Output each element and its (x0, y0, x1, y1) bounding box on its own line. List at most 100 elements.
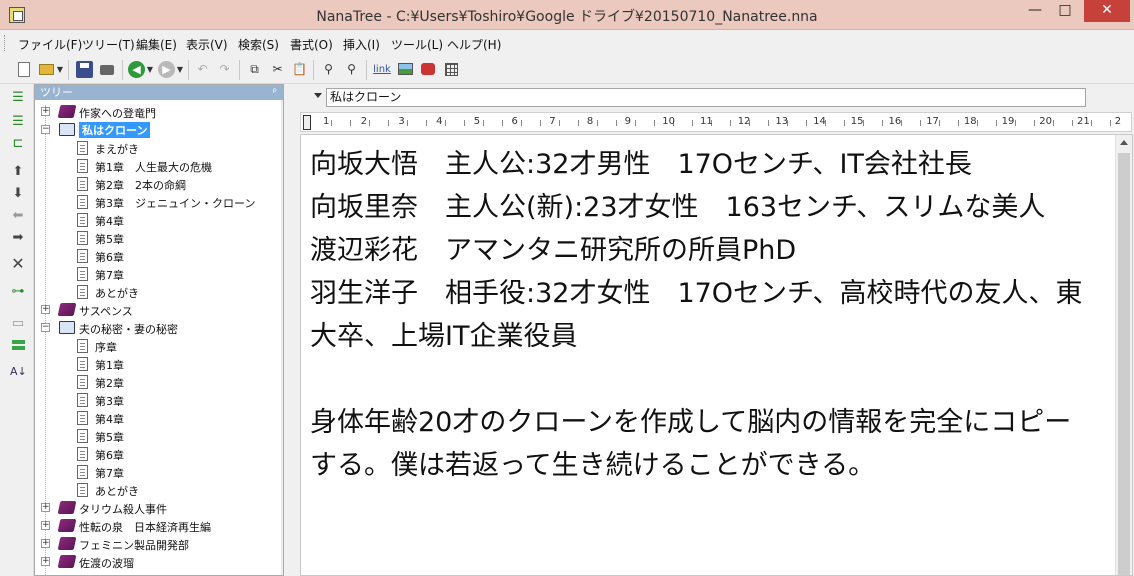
tree-node-page[interactable]: 第4章 (35, 409, 283, 427)
collapse-icon[interactable]: − (41, 125, 50, 134)
ruler-number: 5 (473, 116, 481, 127)
menu-insert[interactable]: 挿入(I) (343, 36, 380, 53)
tree-node-page[interactable]: まえがき (35, 139, 283, 157)
pin-icon[interactable]: ᵖ (273, 85, 277, 100)
insert-link-button[interactable]: link (372, 61, 392, 78)
tree-node-page[interactable]: 第5章 (35, 229, 283, 247)
tree-node-book[interactable]: + 作家への登竜門 (35, 103, 283, 121)
tree-node-book[interactable]: − 夫の秘密・妻の秘密 (35, 319, 283, 337)
scroll-thumb[interactable] (1118, 153, 1130, 575)
tree-node-page[interactable]: 第7章 (35, 265, 283, 283)
back-dropdown-arrow[interactable]: ▼ (146, 61, 154, 78)
scroll-up-icon[interactable] (1120, 140, 1128, 145)
maximize-button[interactable]: □ (1052, 0, 1078, 22)
tree-node-page[interactable]: 第1章 (35, 355, 283, 373)
delete-node-button[interactable]: ✕ (10, 256, 26, 272)
tree-structure-button[interactable]: ⊶ (10, 284, 26, 300)
tree-node-book[interactable]: + タリウム殺人事件 (35, 499, 283, 517)
insert-object-button[interactable] (420, 61, 437, 78)
close-button[interactable]: ✕ (1084, 0, 1130, 22)
open-folder-button[interactable] (38, 61, 55, 78)
undo-button[interactable]: ↶ (194, 61, 211, 78)
insert-image-button[interactable] (397, 61, 414, 78)
tree-node-page[interactable]: 第5章 (35, 427, 283, 445)
redo-button[interactable]: ↷ (216, 61, 233, 78)
copy-button[interactable]: ⧉ (246, 61, 263, 78)
tree-node-page[interactable]: あとがき (35, 283, 283, 301)
page-icon (77, 357, 88, 371)
menu-tools[interactable]: ツール(L) (391, 36, 443, 53)
menu-search[interactable]: 検索(S) (238, 36, 279, 53)
binoculars-replace-icon: ⚲ (347, 62, 356, 76)
add-subtree-button[interactable]: ⊏ (10, 136, 26, 152)
tree-node-page[interactable]: あとがき (35, 481, 283, 499)
tree-node-page[interactable]: 第4章 (35, 211, 283, 229)
text-editor[interactable]: 向坂大悟 主人公:32才男性 17Oセンチ、IT会社社長 向坂里奈 主人公(新)… (300, 134, 1133, 576)
menu-edit[interactable]: 編集(E) (136, 36, 177, 53)
print-button[interactable] (99, 61, 116, 78)
insert-table-button[interactable] (443, 61, 460, 78)
tree-node-page[interactable]: 第2章 (35, 373, 283, 391)
book-icon (57, 555, 77, 568)
expand-icon[interactable]: + (41, 503, 50, 512)
expand-icon[interactable]: + (41, 539, 50, 548)
tree-node-page[interactable]: 第7章 (35, 463, 283, 481)
menu-format[interactable]: 書式(O) (290, 36, 333, 53)
move-right-button[interactable]: ➡ (10, 230, 26, 246)
tree-node-book[interactable]: + 佐渡の波瑠 (35, 553, 283, 571)
ruler-number: 3 (398, 116, 405, 127)
cut-button[interactable]: ✂ (269, 61, 286, 78)
page-icon (77, 195, 88, 209)
add-child-node-button[interactable]: ☰ (10, 114, 26, 130)
editor-scrollbar[interactable] (1115, 135, 1132, 575)
chevron-down-icon[interactable] (314, 93, 322, 98)
node-title-field[interactable]: 私はクローン (326, 88, 1086, 107)
collapse-icon[interactable]: − (41, 323, 50, 332)
tree-scrollbar[interactable] (281, 100, 283, 575)
tree-node-page[interactable]: 第6章 (35, 247, 283, 265)
minimize-button[interactable]: — (1022, 0, 1048, 22)
book-icon (57, 105, 77, 118)
expand-level-bar[interactable] (12, 340, 25, 344)
menu-help[interactable]: ヘルプ(H) (447, 36, 501, 53)
forward-button[interactable]: ▶ (158, 61, 175, 78)
tree-node-page[interactable]: 第3章 ジェニュイン・クローン (35, 193, 283, 211)
expand-icon[interactable]: + (41, 557, 50, 566)
back-button[interactable]: ◀ (128, 61, 145, 78)
ruler[interactable]: 1 2 3 4 5 6 7 8 9 10 11 12 13 14 15 16 17 18 19 20 21 2 (300, 112, 1132, 132)
move-up-button[interactable]: ⬆ (10, 164, 26, 180)
save-button[interactable] (76, 61, 93, 78)
open-dropdown-arrow[interactable]: ▼ (56, 61, 64, 78)
document-body[interactable]: 向坂大悟 主人公:32才男性 17Oセンチ、IT会社社長 向坂里奈 主人公(新)… (310, 143, 1095, 487)
expand-level-bar[interactable] (12, 346, 25, 350)
sort-az-button[interactable]: A↓ (10, 364, 27, 380)
menu-tree[interactable]: ツリー(T) (82, 36, 135, 53)
menu-file[interactable]: ファイル(F) (18, 36, 82, 53)
add-sibling-node-button[interactable]: ☰ (10, 90, 26, 106)
tree-node-book[interactable]: + フェミニン製品開発部 (35, 535, 283, 553)
tree-tools-bar: ☰ ☰ ⊏ ⬆ ⬇ ⬅ ➡ ✕ ⊶ ▭ A↓ (0, 84, 34, 576)
tree-node-page[interactable]: 第1章 人生最大の危機 (35, 157, 283, 175)
menu-view[interactable]: 表示(V) (186, 36, 228, 53)
tree-node-label: 夫の秘密・妻の秘密 (79, 323, 178, 336)
paste-button[interactable]: 📋 (291, 61, 308, 78)
tree-node-page[interactable]: 第3章 (35, 391, 283, 409)
tree-node-book[interactable]: − 私はクローン (35, 121, 283, 139)
expand-icon[interactable]: + (41, 521, 50, 530)
new-document-button[interactable] (16, 61, 33, 78)
expand-icon[interactable]: + (41, 305, 50, 314)
tree-node-page[interactable]: 第6章 (35, 445, 283, 463)
move-down-button[interactable]: ⬇ (10, 186, 26, 202)
tree-node-book[interactable]: + サスペンス (35, 301, 283, 319)
ruler-number: 2 (360, 116, 368, 127)
replace-button[interactable]: ⚲ (343, 61, 360, 78)
tree-node-page[interactable]: 第2章 2本の命綱 (35, 175, 283, 193)
ruler-indent-marker[interactable] (303, 115, 311, 130)
tree-node-page[interactable]: 序章 (35, 337, 283, 355)
move-left-button[interactable]: ⬅ (10, 208, 26, 224)
tree-node-book[interactable]: + 性転の泉 日本経済再生編 (35, 517, 283, 535)
expand-icon[interactable]: + (41, 107, 50, 116)
find-button[interactable]: ⚲ (320, 61, 337, 78)
collapse-button[interactable]: ▭ (10, 316, 26, 332)
forward-dropdown-arrow[interactable]: ▼ (176, 61, 184, 78)
